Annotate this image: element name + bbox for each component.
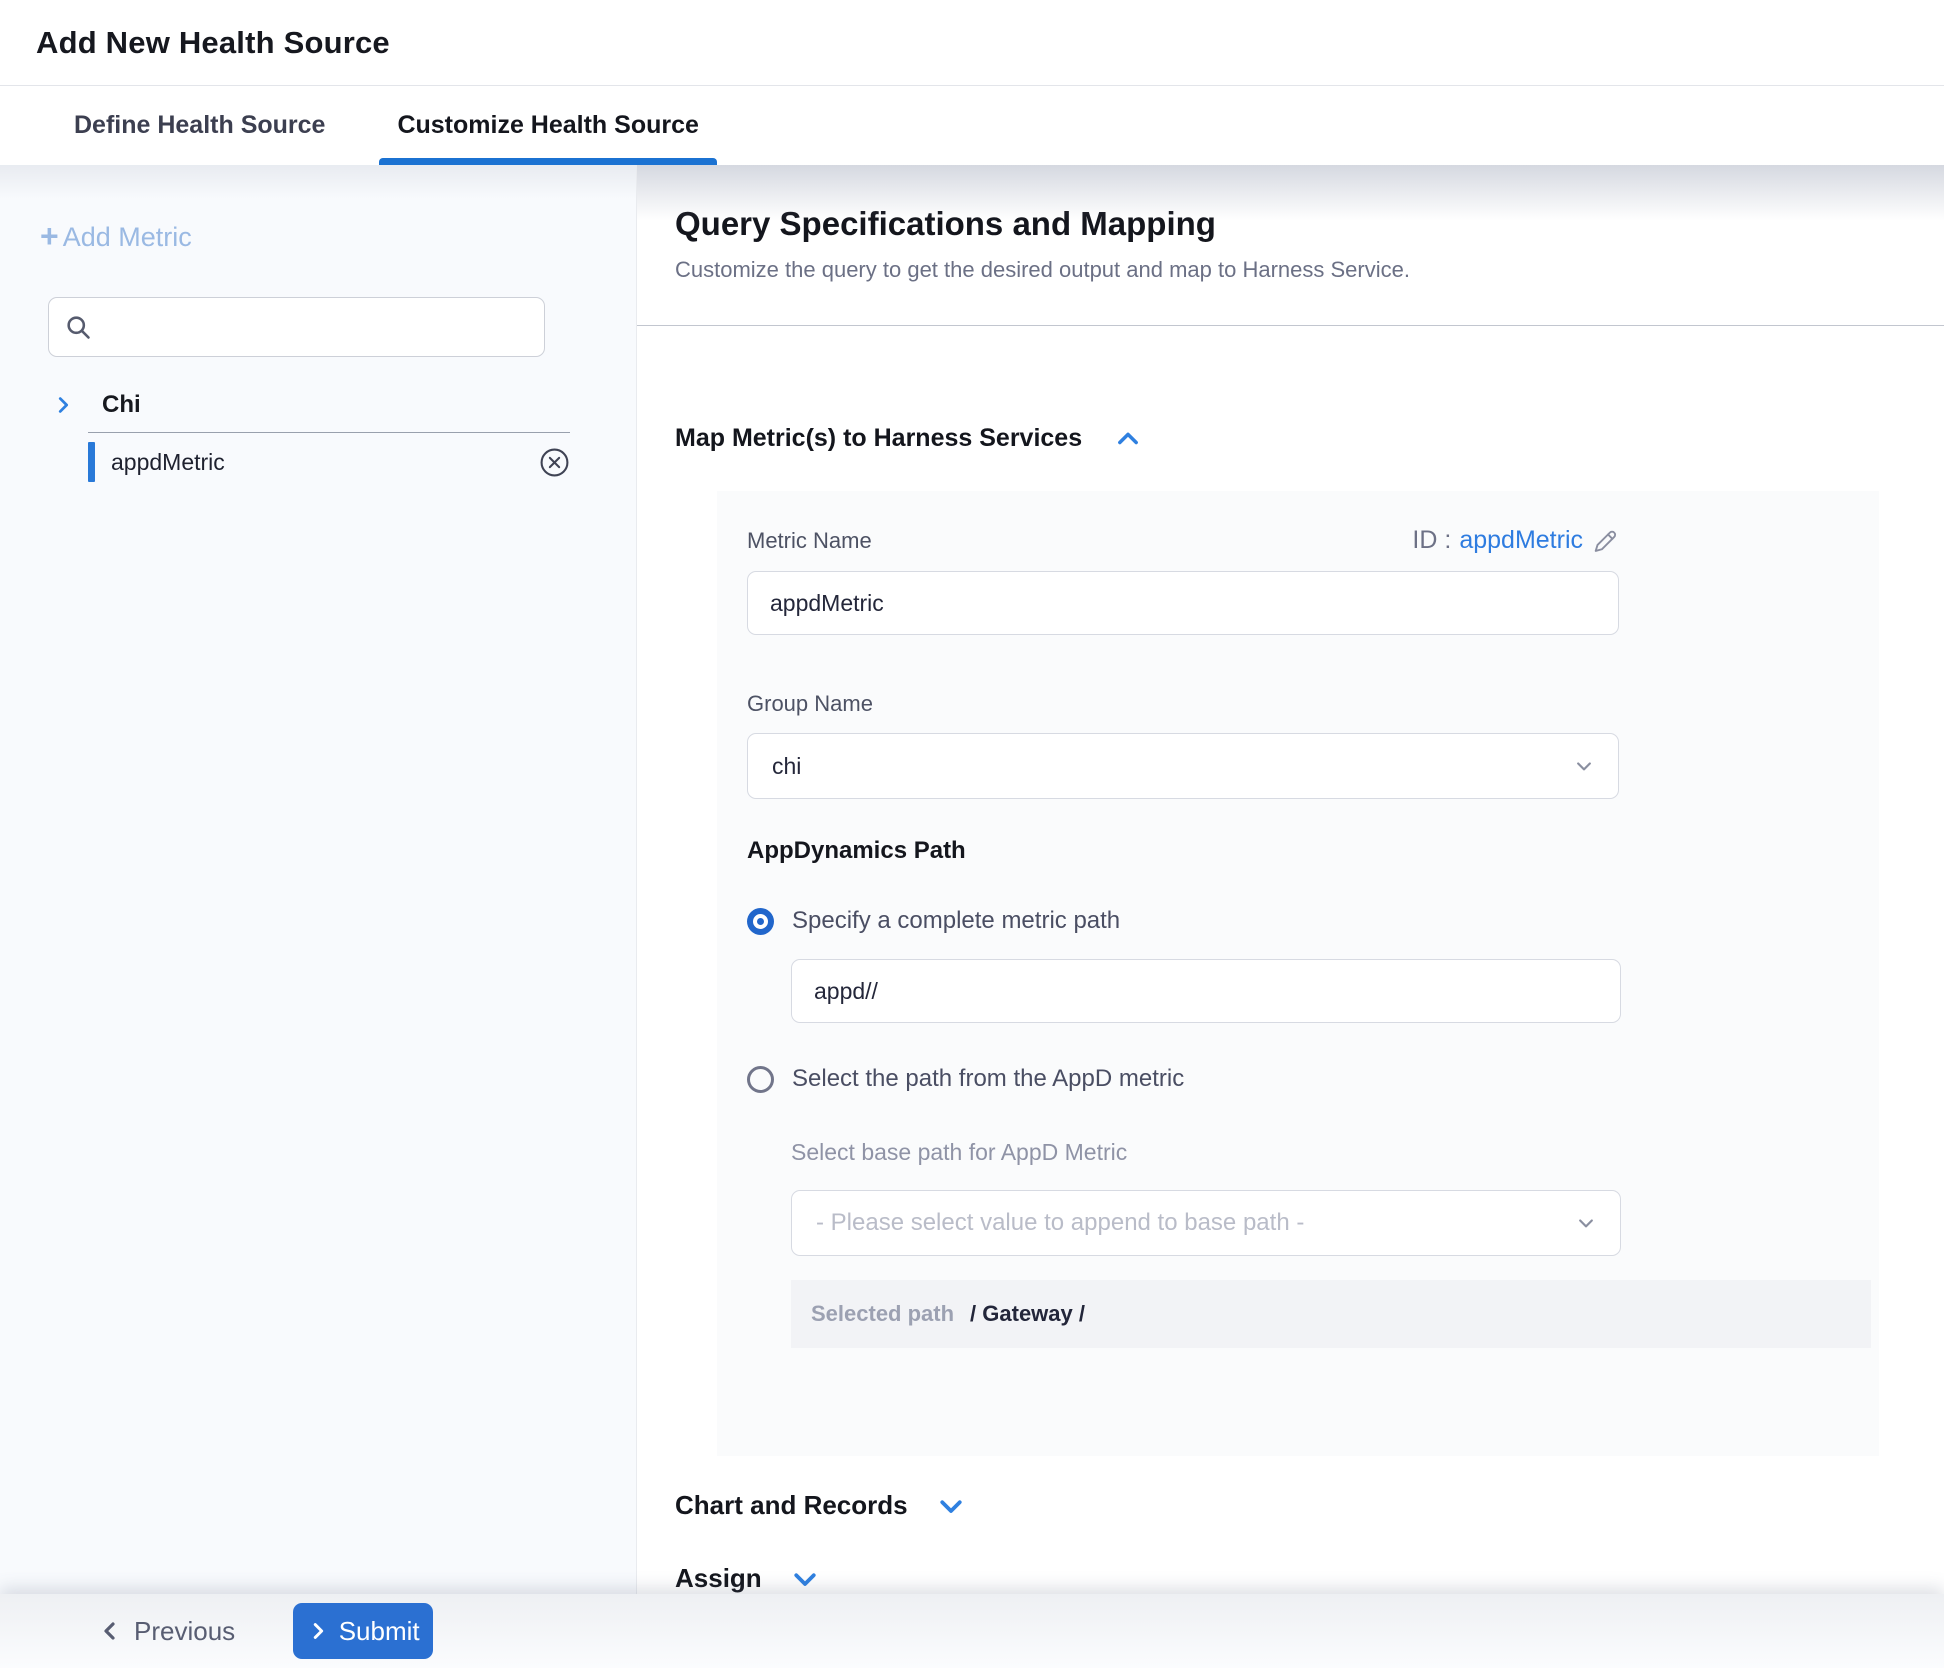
metric-search-box: [48, 297, 545, 357]
panel-divider: [637, 325, 1944, 326]
complete-metric-path-input[interactable]: [791, 959, 1621, 1023]
group-name-value: chi: [772, 753, 801, 780]
metric-name-label: Metric Name: [747, 528, 872, 554]
tab-label: Define Health Source: [74, 111, 325, 140]
previous-label: Previous: [134, 1616, 235, 1647]
radio-complete-metric-path[interactable]: Specify a complete metric path: [747, 907, 1849, 935]
panel-subtitle: Customize the query to get the desired o…: [675, 257, 1944, 283]
chevron-left-icon: [98, 1619, 122, 1643]
metric-item-label: appdMetric: [111, 449, 225, 476]
search-icon: [64, 313, 92, 341]
group-name-select[interactable]: chi: [747, 733, 1619, 799]
map-metrics-section-toggle[interactable]: Map Metric(s) to Harness Services: [675, 424, 1944, 453]
dialog-footer: Previous Submit: [0, 1594, 1944, 1668]
radio-unselected-icon: [747, 1066, 774, 1093]
add-metric-button[interactable]: + Add Metric: [40, 221, 192, 253]
submit-button[interactable]: Submit: [293, 1603, 433, 1659]
tab-define-health-source[interactable]: Define Health Source: [60, 86, 339, 165]
page-title: Add New Health Source: [36, 25, 390, 61]
metric-list-item-appdmetric[interactable]: appdMetric: [88, 433, 570, 491]
radio-label: Specify a complete metric path: [792, 907, 1120, 935]
tab-label: Customize Health Source: [397, 111, 698, 140]
chevron-right-icon: [52, 394, 74, 416]
delete-metric-icon[interactable]: [539, 447, 570, 478]
metric-name-row: Metric Name ID : appdMetric: [747, 526, 1619, 555]
dialog-body: + Add Metric Chi: [0, 165, 1944, 1594]
appdynamics-path-heading: AppDynamics Path: [747, 837, 1849, 865]
dialog-header: Add New Health Source: [0, 0, 1944, 86]
chart-and-records-toggle[interactable]: Chart and Records: [675, 1490, 1944, 1521]
chevron-up-icon: [1114, 425, 1142, 453]
chevron-down-icon: [790, 1564, 820, 1594]
metric-id-value[interactable]: appdMetric: [1459, 526, 1583, 555]
radio-selected-icon: [747, 908, 774, 935]
assign-toggle[interactable]: Assign: [675, 1563, 1944, 1594]
tab-bar: Define Health Source Customize Health So…: [0, 86, 1944, 165]
selected-path-value: / Gateway /: [970, 1301, 1085, 1327]
plus-icon: +: [40, 220, 59, 252]
section-title: Map Metric(s) to Harness Services: [675, 424, 1082, 453]
tab-customize-health-source[interactable]: Customize Health Source: [383, 86, 712, 165]
add-metric-label: Add Metric: [63, 222, 192, 253]
metric-name-input[interactable]: [747, 571, 1619, 635]
edit-pencil-icon[interactable]: [1591, 527, 1619, 555]
group-name-label: Group Name: [747, 691, 1849, 717]
panel-title: Query Specifications and Mapping: [675, 205, 1944, 243]
id-prefix: ID :: [1412, 526, 1451, 555]
selected-indicator-bar: [88, 442, 95, 482]
metric-group-chi[interactable]: Chi: [52, 391, 636, 419]
chevron-down-icon: [936, 1491, 966, 1521]
metric-id-chip: ID : appdMetric: [1412, 526, 1619, 555]
base-path-placeholder: - Please select value to append to base …: [816, 1209, 1304, 1237]
selected-path-box: Selected path / Gateway /: [791, 1280, 1871, 1348]
query-spec-panel: Query Specifications and Mapping Customi…: [637, 165, 1944, 1594]
group-label: Chi: [102, 391, 141, 419]
selected-path-label: Selected path: [811, 1301, 954, 1327]
section-title: Assign: [675, 1563, 762, 1594]
chevron-down-icon: [1576, 1213, 1596, 1233]
add-health-source-dialog: Add New Health Source Define Health Sour…: [0, 0, 1944, 1668]
chevron-down-icon: [1574, 756, 1594, 776]
map-metric-card: Metric Name ID : appdMetric Group Nam: [717, 491, 1879, 1456]
submit-label: Submit: [339, 1616, 420, 1647]
chevron-right-icon: [307, 1620, 329, 1642]
metrics-sidebar: + Add Metric Chi: [0, 165, 637, 1594]
section-title: Chart and Records: [675, 1490, 908, 1521]
radio-label: Select the path from the AppD metric: [792, 1065, 1184, 1093]
radio-select-path-from-appd[interactable]: Select the path from the AppD metric: [747, 1065, 1849, 1093]
base-path-label: Select base path for AppD Metric: [791, 1139, 1849, 1166]
base-path-select[interactable]: - Please select value to append to base …: [791, 1190, 1621, 1256]
metric-search-input[interactable]: [92, 298, 544, 356]
previous-button[interactable]: Previous: [98, 1616, 235, 1647]
